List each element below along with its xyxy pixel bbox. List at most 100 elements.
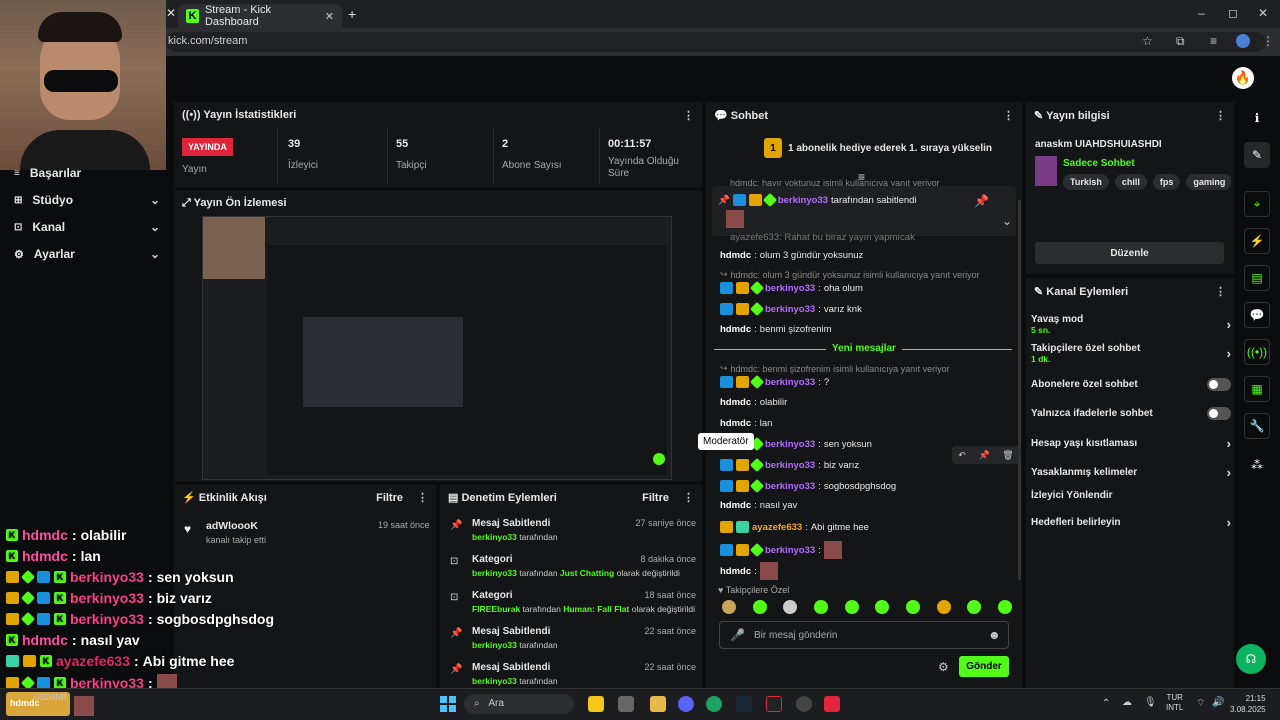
network-icon[interactable]: ⌔: [1196, 697, 1205, 710]
taskbar-app-icon[interactable]: [796, 696, 812, 712]
taskbar-app-icon[interactable]: [824, 696, 840, 712]
more-icon[interactable]: ⋮: [1003, 109, 1014, 122]
emote-icon[interactable]: [936, 600, 951, 614]
folder-icon[interactable]: [650, 696, 666, 712]
emote-icon[interactable]: [844, 600, 859, 614]
microphone-icon[interactable]: 🎤: [730, 628, 745, 642]
more-icon[interactable]: ⋮: [1215, 109, 1226, 122]
taskbar-app-icon[interactable]: [766, 696, 782, 712]
emote-icon[interactable]: [783, 600, 798, 614]
nav-studyo[interactable]: ⊞ Stüdyo ⌄: [14, 193, 160, 207]
channel-action-item[interactable]: Yasaklanmış kelimeler ›: [1031, 465, 1231, 480]
wrench-icon[interactable]: 🔧: [1244, 413, 1270, 439]
toggle-switch[interactable]: [1207, 407, 1231, 420]
profile-avatar[interactable]: [1236, 34, 1250, 48]
chat-message[interactable]: berkinyo33:: [720, 541, 842, 559]
unpin-icon[interactable]: 📌: [974, 194, 989, 208]
pencil-icon[interactable]: ✎: [1244, 142, 1270, 168]
edit-button[interactable]: Düzenle: [1035, 242, 1224, 264]
moderation-user[interactable]: berkinyo33: [472, 532, 517, 542]
chrome-icon[interactable]: [706, 696, 722, 712]
category-link[interactable]: Just Chatting: [560, 568, 614, 578]
chat-message[interactable]: berkinyo33:?: [720, 374, 829, 390]
stream-tag[interactable]: chill: [1114, 174, 1147, 190]
discord-icon[interactable]: [678, 696, 694, 712]
nav-kanal[interactable]: ⊡ Kanal ⌄: [14, 220, 160, 234]
gift-banner[interactable]: 1 1 abonelik hediye ederek 1. sıraya yük…: [764, 138, 992, 158]
extensions-icon[interactable]: ⧉: [1176, 34, 1185, 49]
channel-action-item[interactable]: Abonelere özel sohbet: [1031, 378, 1231, 391]
more-icon[interactable]: ⋮: [1215, 285, 1226, 298]
chat-message[interactable]: hdmdc: lan: [720, 418, 772, 429]
volume-icon[interactable]: 🔊: [1212, 697, 1224, 708]
chat-username[interactable]: hdmdc: [720, 500, 751, 511]
chat-message[interactable]: hdmdc: olabilir: [720, 397, 787, 408]
emote-icon[interactable]: [875, 600, 890, 614]
media-icon[interactable]: ≡: [1210, 34, 1217, 48]
more-icon[interactable]: ⋮: [417, 492, 428, 504]
emote-icon[interactable]: [722, 600, 736, 614]
more-shapes-icon[interactable]: ⁂: [1244, 452, 1270, 478]
toggle-switch[interactable]: [1207, 378, 1231, 391]
chat-username[interactable]: berkinyo33: [765, 439, 815, 450]
chat-username[interactable]: ayazefe633: [752, 522, 802, 533]
microphone-icon[interactable]: 🎙: [1144, 697, 1157, 708]
chat-message[interactable]: hdmdc:: [720, 562, 778, 580]
chat-message[interactable]: berkinyo33: biz varız: [720, 457, 859, 473]
minimize-icon[interactable]: –: [1198, 6, 1205, 20]
channel-action-item[interactable]: İzleyici Yönlendir: [1031, 490, 1231, 501]
emoji-icon[interactable]: ☻: [988, 628, 1001, 642]
emote-icon[interactable]: [997, 600, 1012, 614]
close-tab-icon[interactable]: ✕: [166, 6, 176, 20]
pin-icon[interactable]: 📌: [978, 450, 989, 461]
layout-icon[interactable]: ▦: [1244, 376, 1270, 402]
browser-menu-icon[interactable]: ⋮: [1262, 34, 1274, 48]
nav-basarilar[interactable]: ≡ Başarılar: [14, 166, 160, 180]
chat-username[interactable]: berkinyo33: [765, 283, 815, 294]
moderation-user[interactable]: berkinyo33: [472, 640, 517, 650]
chat-username[interactable]: hdmdc: [720, 324, 751, 335]
focus-icon[interactable]: ⌖: [1244, 191, 1270, 217]
chat-username[interactable]: berkinyo33: [765, 304, 815, 315]
language-indicator[interactable]: TUR INTL: [1166, 693, 1183, 713]
windows-start-icon[interactable]: [440, 696, 456, 712]
bookmark-star-icon[interactable]: ☆: [1142, 34, 1153, 48]
chat-username[interactable]: berkinyo33: [765, 481, 815, 492]
nav-ayarlar[interactable]: ⚙ Ayarlar ⌄: [14, 247, 160, 261]
stream-tag[interactable]: gaming: [1186, 174, 1231, 190]
moderation-user[interactable]: berkinyo33: [472, 676, 517, 686]
activity-filter-button[interactable]: Filtre: [376, 492, 403, 504]
chat-message[interactable]: hdmdc: nasıl yav: [720, 500, 797, 511]
chat-username[interactable]: hdmdc: [720, 566, 751, 577]
stream-tag[interactable]: Turkish: [1063, 174, 1109, 190]
moderation-user[interactable]: berkinyo33: [472, 568, 517, 578]
stream-tag[interactable]: fps: [1152, 174, 1181, 190]
taskbar-app-icon[interactable]: [618, 696, 634, 712]
chat-username[interactable]: berkinyo33: [765, 377, 815, 388]
emote-icon[interactable]: [813, 600, 828, 614]
channel-action-item[interactable]: Takipçilere özel sohbet 1 dk. ›: [1031, 343, 1231, 364]
send-button[interactable]: Gönder: [959, 656, 1009, 677]
chat-scrollbar[interactable]: [1018, 200, 1021, 580]
channel-action-item[interactable]: Yavaş mod 5 sn. ›: [1031, 314, 1231, 335]
maximize-icon[interactable]: ◻: [1228, 6, 1238, 20]
more-icon[interactable]: ⋮: [683, 492, 694, 504]
more-icon[interactable]: ⋮: [683, 109, 694, 122]
lightning-icon[interactable]: ⚡: [1244, 228, 1270, 254]
clock[interactable]: 21:15 3.08.2025: [1230, 693, 1266, 715]
chat-message[interactable]: berkinyo33: oha olum: [720, 280, 863, 296]
stream-preview-video[interactable]: [202, 216, 672, 480]
chat-message[interactable]: berkinyo33: varız knk: [720, 301, 862, 317]
emote-icon[interactable]: [905, 600, 920, 614]
category-link[interactable]: Human: Fall Flat: [563, 604, 629, 614]
chat-message[interactable]: ayazefe633: Abi gitme hee: [720, 521, 869, 533]
emote-icon[interactable]: [967, 600, 982, 614]
chat-username[interactable]: hdmdc: [720, 418, 751, 429]
moderation-user[interactable]: FIREEburak: [472, 604, 520, 614]
delete-icon[interactable]: 🗑: [1002, 450, 1013, 461]
reply-icon[interactable]: ↶: [958, 450, 966, 461]
chat-username[interactable]: berkinyo33: [765, 545, 815, 556]
url-field[interactable]: kick.com/stream: [166, 32, 1266, 52]
browser-tab[interactable]: K Stream - Kick Dashboard ✕: [178, 4, 342, 28]
taskbar-search[interactable]: ⌕ Ara: [464, 694, 574, 714]
